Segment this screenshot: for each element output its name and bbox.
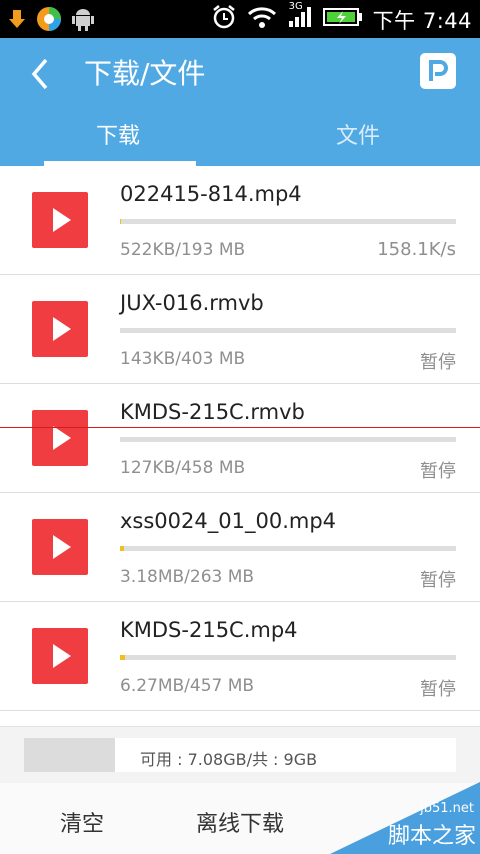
- file-name: KMDS-215C.mp4: [120, 618, 298, 642]
- status-bar: 3G 下午 7:44: [0, 0, 480, 38]
- tab-downloads[interactable]: 下载: [96, 118, 140, 150]
- page-title: 下载/文件: [84, 57, 206, 90]
- back-button[interactable]: [26, 56, 56, 92]
- play-icon[interactable]: [32, 192, 88, 248]
- download-list: 022415-814.mp4 522KB/193 MB 158.1K/s JUX…: [0, 166, 480, 711]
- alarm-icon: [211, 4, 237, 35]
- android-icon: [72, 6, 94, 36]
- download-item[interactable]: KMDS-215C.rmvb 127KB/458 MB 暂停: [0, 384, 480, 493]
- play-icon[interactable]: [32, 410, 88, 466]
- wifi-icon: [247, 5, 277, 34]
- watermark-text: 脚本之家: [387, 824, 476, 849]
- download-status[interactable]: 暂停: [420, 457, 456, 483]
- pp-logo-button[interactable]: [420, 53, 456, 89]
- download-status[interactable]: 暂停: [420, 675, 456, 701]
- play-icon[interactable]: [32, 519, 88, 575]
- watermark-site: jb51.net: [420, 801, 474, 816]
- offline-download-button[interactable]: 离线下载: [196, 806, 284, 838]
- download-item[interactable]: xss0024_01_00.mp4 3.18MB/263 MB 暂停: [0, 493, 480, 602]
- file-size: 127KB/458 MB: [120, 458, 246, 478]
- p-logo-icon: [429, 60, 448, 81]
- download-status: 158.1K/s: [377, 239, 456, 260]
- file-size: 3.18MB/263 MB: [120, 567, 255, 587]
- progress-bar: [120, 437, 456, 442]
- storage-used-fill: [24, 738, 115, 772]
- storage-indicator: 可用 : 7.08GB/共 : 9GB: [0, 726, 480, 784]
- signal-icon: 3G: [287, 1, 313, 34]
- storage-text: 可用 : 7.08GB/共 : 9GB: [140, 750, 318, 769]
- progress-fill: [120, 219, 121, 224]
- file-name: JUX-016.rmvb: [120, 291, 264, 315]
- progress-bar: [120, 328, 456, 333]
- tab-files[interactable]: 文件: [336, 118, 380, 150]
- progress-bar: [120, 546, 456, 551]
- download-status[interactable]: 暂停: [420, 566, 456, 592]
- tab-bar: 下载 文件: [0, 106, 480, 166]
- play-icon[interactable]: [32, 628, 88, 684]
- progress-fill: [120, 655, 125, 660]
- download-item[interactable]: JUX-016.rmvb 143KB/403 MB 暂停: [0, 275, 480, 384]
- download-status[interactable]: 暂停: [420, 348, 456, 374]
- file-name: KMDS-215C.rmvb: [120, 400, 305, 424]
- app-bar: 下载/文件 下载 文件: [0, 38, 480, 166]
- network-type-label: 3G: [288, 1, 303, 12]
- progress-bar: [120, 219, 456, 224]
- status-time: 下午 7:44: [372, 8, 472, 33]
- store-app-icon: [36, 6, 62, 36]
- watermark: jb51.net 脚本之家: [330, 782, 480, 854]
- file-size: 143KB/403 MB: [120, 349, 246, 369]
- file-name: 022415-814.mp4: [120, 182, 302, 206]
- clear-button[interactable]: 清空: [60, 806, 104, 838]
- file-size: 6.27MB/457 MB: [120, 676, 255, 696]
- red-guide-line: [0, 427, 480, 428]
- download-icon: [8, 8, 26, 34]
- bottom-bar: 清空 离线下载 jb51.net 脚本之家: [0, 782, 480, 854]
- progress-fill: [120, 546, 124, 551]
- download-item[interactable]: 022415-814.mp4 522KB/193 MB 158.1K/s: [0, 166, 480, 275]
- play-icon[interactable]: [32, 301, 88, 357]
- chevron-left-icon: [31, 58, 48, 90]
- download-item[interactable]: KMDS-215C.mp4 6.27MB/457 MB 暂停: [0, 602, 480, 711]
- file-size: 522KB/193 MB: [120, 240, 246, 260]
- progress-bar: [120, 655, 456, 660]
- file-name: xss0024_01_00.mp4: [120, 509, 337, 533]
- battery-charging-icon: [322, 7, 363, 32]
